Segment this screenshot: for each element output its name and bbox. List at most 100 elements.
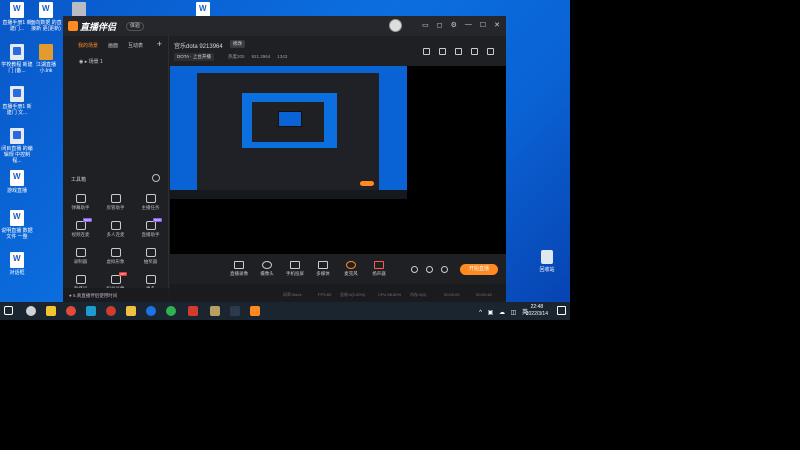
monitor-icon bbox=[234, 261, 244, 269]
tool-icon bbox=[110, 275, 121, 284]
maximize-icon[interactable]: ☐ bbox=[480, 21, 486, 29]
recycle-bin[interactable]: 回收站 bbox=[532, 250, 562, 273]
skin-icon[interactable]: ▭ bbox=[422, 21, 429, 29]
settings-icon[interactable]: ⚙ bbox=[451, 21, 457, 29]
tool-item[interactable]: 主播任务 bbox=[133, 194, 168, 211]
go-live-button[interactable]: 开始直播 bbox=[460, 264, 498, 275]
desktop-screen: 直播手册1 新建门... 面向数据 的直接新 更(更新) 学校教程 新建门 (备… bbox=[0, 0, 570, 320]
desktop-icon[interactable]: 闭目直播 的编辑规 中控制程... bbox=[0, 128, 34, 164]
tool-item[interactable]: 录制器 bbox=[63, 248, 98, 265]
tool-item[interactable]: 虚拟形象 bbox=[98, 248, 133, 265]
taskbar: ^ ▣ ☁ ◫ 英 22:48 2022/3/14 bbox=[0, 302, 570, 320]
streaming-app-window: 直播伴侣 体验 ▭ ◻ ⚙ — ☐ ✕ 我的场景 画面 互动表 + ◉ ▸ 场景… bbox=[63, 16, 506, 304]
preview-golive-button bbox=[360, 181, 374, 186]
tool-icon bbox=[145, 221, 156, 230]
app-logo: 直播伴侣 bbox=[68, 20, 116, 33]
bottom-controls: 直播录像 摄像头 手机投屏 多媒体 麦克风 扬声器 开始直播 bbox=[170, 254, 506, 284]
extra-controls bbox=[411, 266, 448, 273]
tab-interaction[interactable]: 互动表 bbox=[128, 42, 143, 49]
stat-room-id: 921.3964 bbox=[251, 54, 271, 59]
tab-scenes[interactable]: 我的场景 bbox=[78, 42, 98, 49]
clock-date: 2022/3/14 bbox=[525, 311, 548, 317]
minimize-icon[interactable]: — bbox=[465, 21, 472, 29]
start-windows-icon[interactable] bbox=[4, 306, 13, 315]
share-screen-icon[interactable] bbox=[439, 48, 446, 55]
desktop-icon[interactable]: 说明直播 数据文件 一整 bbox=[0, 210, 34, 240]
scene-label: 场景 1 bbox=[88, 59, 103, 65]
speaker-control[interactable]: 扬声器 bbox=[366, 261, 392, 277]
preview-desktop-icons bbox=[170, 66, 196, 190]
phone-cast-control[interactable]: 手机投屏 bbox=[282, 261, 308, 277]
add-scene-button[interactable]: + bbox=[157, 39, 162, 49]
desktop-icon[interactable]: 游戏直播 bbox=[0, 170, 34, 194]
tool-item[interactable]: 房管助手 bbox=[98, 194, 133, 211]
avatar[interactable] bbox=[389, 19, 402, 32]
tool-label: 录制器 bbox=[73, 259, 88, 264]
browser-icon[interactable] bbox=[86, 306, 96, 316]
left-tabs: 我的场景 画面 互动表 + bbox=[63, 36, 168, 49]
preview-eye-icon[interactable] bbox=[426, 266, 433, 273]
edit-room-button[interactable]: 修改 bbox=[230, 40, 245, 48]
screen-record-control[interactable]: 直播录像 bbox=[226, 261, 252, 277]
version-badge[interactable]: 体验 bbox=[126, 22, 145, 31]
stat-heat: 热度200 bbox=[228, 54, 245, 59]
media-control[interactable]: 多媒体 bbox=[310, 261, 336, 277]
preview-taskbar bbox=[170, 190, 407, 199]
chrome-icon[interactable] bbox=[66, 306, 76, 316]
word-icon bbox=[39, 2, 53, 18]
file-explorer-icon[interactable] bbox=[126, 306, 136, 316]
notes-icon[interactable] bbox=[46, 306, 56, 316]
microphone-control[interactable]: 麦克风 bbox=[338, 261, 364, 277]
app-360-icon[interactable] bbox=[26, 306, 36, 316]
desktop-icon-label: 学校教程 新建门 (备... bbox=[1, 62, 33, 74]
status-live-time: 00:00:00 bbox=[444, 292, 460, 297]
streaming-app-taskbar-icon[interactable] bbox=[250, 306, 260, 316]
tool-icon bbox=[75, 275, 86, 284]
taskbar-clock[interactable]: 22:48 2022/3/14 bbox=[526, 304, 548, 318]
desktop-icon[interactable]: 对话框 bbox=[0, 252, 34, 276]
tool-item[interactable]: 直播助手 NEW bbox=[133, 218, 168, 238]
wps-app-icon[interactable] bbox=[188, 306, 198, 316]
scene-item[interactable]: ◉ ▸ 场景 1 bbox=[79, 58, 103, 65]
preview-nested-screen bbox=[278, 111, 302, 127]
layout-icon[interactable] bbox=[455, 48, 462, 55]
video-icon[interactable] bbox=[411, 266, 418, 273]
status-memory: 内存:0(0) bbox=[410, 292, 427, 297]
system-tray[interactable]: ^ ▣ ☁ ◫ 英 bbox=[479, 307, 530, 316]
title-bar: 直播伴侣 体验 ▭ ◻ ⚙ — ☐ ✕ bbox=[63, 16, 506, 36]
app-icon[interactable] bbox=[230, 306, 240, 316]
camera-control[interactable]: 摄像头 bbox=[254, 261, 280, 277]
tab-canvas[interactable]: 画面 bbox=[108, 42, 118, 49]
tool-label: 视频连麦 bbox=[71, 232, 90, 237]
status-bar: 码率:0kb/s FPS:60 丢帧:0(0.00%) CPU:98.80% 内… bbox=[170, 284, 506, 304]
message-icon[interactable]: ◻ bbox=[437, 21, 443, 29]
wechat-icon[interactable] bbox=[166, 306, 176, 316]
category-tag[interactable]: DOTA · 上台开播 bbox=[174, 53, 214, 61]
preview-nested-capture bbox=[242, 93, 337, 148]
room-actions bbox=[423, 48, 494, 55]
settings-icon[interactable] bbox=[441, 266, 448, 273]
status-cpu: CPU:98.80% bbox=[378, 292, 402, 297]
close-icon[interactable]: ✕ bbox=[494, 21, 500, 29]
desktop-icon[interactable]: 直播手册1 新建门 文... bbox=[0, 86, 34, 116]
status-dropped: 丢帧:0(0.00%) bbox=[340, 292, 366, 297]
tool-item[interactable]: 视频连麦 NEW bbox=[63, 218, 98, 238]
tool-label: 弹幕助手 bbox=[71, 205, 90, 210]
toolbox-more-icon[interactable] bbox=[152, 174, 160, 182]
edge-icon[interactable] bbox=[146, 306, 156, 316]
stream-preview[interactable] bbox=[170, 66, 506, 254]
gift-icon[interactable] bbox=[423, 48, 430, 55]
desktop-icon-label: 直播手册1 新建门 文... bbox=[2, 104, 32, 116]
share-icon[interactable] bbox=[487, 48, 494, 55]
desktop-icon[interactable]: 江湖直播 小.lnk bbox=[29, 44, 63, 74]
dota-icon[interactable] bbox=[210, 306, 220, 316]
desktop-icon[interactable]: 面向数据 的直接新 更(更新) bbox=[29, 2, 63, 32]
netease-icon[interactable] bbox=[106, 306, 116, 316]
tool-item[interactable]: 弹幕助手 bbox=[63, 194, 98, 211]
notification-icon[interactable] bbox=[557, 306, 566, 315]
preview-desktop-capture bbox=[170, 66, 407, 199]
home-icon[interactable] bbox=[471, 48, 478, 55]
status-fps: FPS:60 bbox=[318, 292, 332, 297]
tool-item[interactable]: 多人连麦 bbox=[98, 221, 133, 238]
tool-item[interactable]: 抽奖器 bbox=[133, 248, 168, 265]
